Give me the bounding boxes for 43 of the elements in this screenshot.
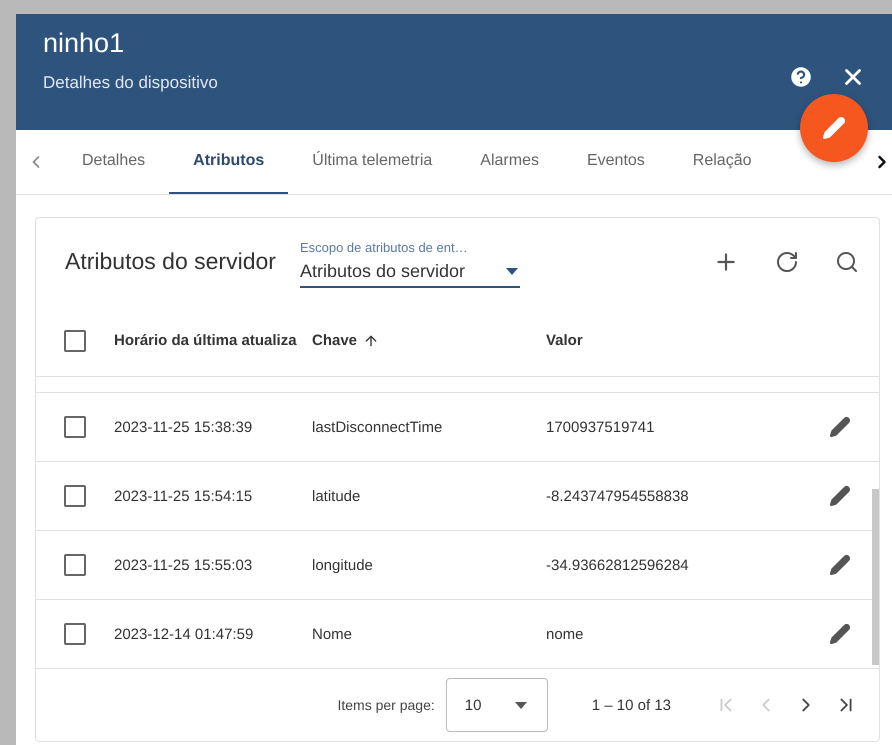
table-cell-text: latitude — [312, 488, 362, 504]
checkbox[interactable] — [64, 623, 86, 645]
tab[interactable]: Alarmes — [456, 130, 563, 194]
table-cell-text: 2023-11-25 15:55:03 — [114, 556, 254, 574]
pencil-icon — [822, 116, 846, 140]
edit-icon[interactable] — [829, 416, 851, 438]
tab[interactable]: Última telemetria — [288, 130, 456, 194]
help-icon[interactable] — [788, 64, 814, 90]
column-header[interactable]: Horário da última atualiza — [114, 332, 312, 349]
table-cell-text: 2023-11-25 15:38:39 — [114, 418, 254, 436]
column-header[interactable]: Chave — [312, 332, 546, 349]
table-cell-text: lastDisconnectTime — [312, 418, 444, 436]
column-header[interactable]: Valor — [546, 332, 646, 349]
edit-icon[interactable] — [829, 485, 851, 507]
checkbox[interactable] — [64, 416, 86, 438]
table-cell-text: 1700937519741 — [546, 418, 656, 436]
table-cell-text: -8.243747954558838 — [546, 488, 690, 504]
table-cell-text: 2023-12-14 01:47:59 — [114, 626, 254, 642]
edit-button[interactable] — [800, 94, 868, 162]
edit-icon[interactable] — [829, 554, 851, 576]
checkbox[interactable] — [64, 485, 86, 507]
checkbox[interactable] — [64, 330, 86, 352]
table-cell-text: Nome — [312, 626, 354, 642]
table-cell-text: nome — [546, 626, 585, 642]
dialog-title: ninho1 — [43, 28, 126, 59]
page-size-select[interactable]: 10 — [446, 678, 548, 732]
tab[interactable]: Eventos — [562, 130, 669, 194]
table-cell-text: longitude — [312, 556, 374, 574]
page-range: 1 – 10 of 13 — [592, 696, 671, 714]
dropdown-caret-icon — [506, 268, 518, 274]
card-title: Atributos do servidor — [65, 248, 276, 275]
table-cell-text: 2023-11-25 15:54:15 — [114, 488, 254, 504]
edit-icon[interactable] — [829, 623, 851, 645]
checkbox[interactable] — [64, 554, 86, 576]
items-per-page-label: Items per page: — [337, 697, 435, 713]
scrollbar-thumb[interactable] — [872, 489, 879, 665]
dialog-subtitle: Detalhes do dispositivo — [43, 73, 218, 93]
table-cell-text: -34.93662812596284 — [546, 556, 690, 574]
scope-select[interactable]: Escopo de atributos de ent… Atributos do servidor — [300, 240, 520, 288]
dropdown-caret-icon — [514, 702, 527, 708]
tab[interactable]: Atributos — [169, 130, 288, 194]
tab[interactable]: Relação — [668, 130, 776, 194]
tab[interactable]: Detalhes — [58, 130, 170, 194]
